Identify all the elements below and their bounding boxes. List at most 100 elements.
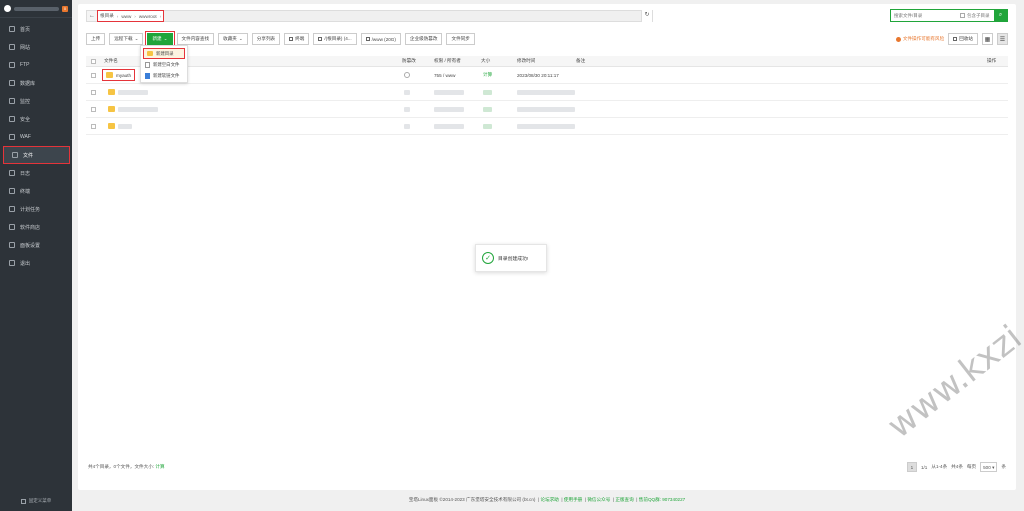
notification-badge[interactable]: 0	[62, 5, 68, 12]
new-directory-item[interactable]: 新建目录	[143, 48, 185, 59]
search-input[interactable]	[891, 10, 956, 21]
disk-icon	[318, 37, 323, 41]
sidebar-item-label: 首页	[20, 26, 31, 33]
redacted-block	[404, 89, 410, 95]
content-search-label: 文件内容查找	[181, 36, 210, 41]
root-disk-button[interactable]: /(根目录) (4...	[313, 33, 357, 45]
risk-warning[interactable]: 文件操作可能有风险	[895, 36, 944, 42]
sidebar-item-logout[interactable]: 退出	[0, 254, 72, 272]
col-name[interactable]: 文件名	[104, 56, 118, 66]
table-row[interactable]	[86, 118, 1008, 135]
terminal-button[interactable]: 终端	[284, 33, 310, 45]
upload-button[interactable]: 上传	[86, 33, 106, 45]
remote-download-button[interactable]: 远程下载 ⌄	[109, 33, 144, 45]
redacted-block	[483, 106, 492, 112]
name-highlight: myauth	[101, 69, 136, 81]
refresh-icon[interactable]: ↻	[641, 10, 652, 22]
crumb-root[interactable]: 根目录	[100, 13, 114, 19]
favorites-button[interactable]: 收藏夹 ⌄	[218, 33, 248, 45]
crumb-wwwroot[interactable]: wwwroot	[139, 14, 157, 19]
path-input-area[interactable]	[164, 11, 641, 21]
back-arrow-icon[interactable]: ←	[87, 13, 97, 19]
search-icon[interactable]: ⌕	[994, 9, 1007, 22]
file-sync-label: 文件同步	[451, 36, 470, 41]
list-view-icon[interactable]: ☰	[997, 33, 1008, 45]
row-size-redacted	[483, 101, 492, 117]
sidebar-item-monitor[interactable]: 监控	[0, 92, 72, 110]
sidebar-item-home[interactable]: 首页	[0, 20, 72, 38]
trash-icon	[953, 37, 958, 41]
row-checkbox[interactable]	[91, 84, 96, 100]
table-row[interactable]: myauth 755 / www 计算 2023/08/30 20:11:17	[86, 67, 1008, 84]
sidebar-item-security[interactable]: 安全	[0, 110, 72, 128]
address-bar: ← 根目录 › www › wwwroot › ↻	[86, 10, 653, 22]
new-blank-file-item[interactable]: 新建空白文件	[141, 59, 187, 70]
row-perm-redacted	[434, 101, 464, 117]
table-header: 文件名 防篡改 权限 / 所有者 大小 修改时间 备注 操作	[86, 56, 1008, 67]
license-check-link[interactable]: 正版查询	[615, 497, 633, 502]
tamper-proof-button[interactable]: 企业级防篡改	[404, 33, 443, 45]
sidebar-item-store[interactable]: 软件商店	[0, 218, 72, 236]
row-checkbox[interactable]	[91, 67, 96, 83]
sidebar-item-files[interactable]: 文件	[3, 146, 70, 164]
subdir-checkbox[interactable]	[960, 13, 965, 18]
col-mtime[interactable]: 修改时间	[517, 56, 535, 66]
per-page-select[interactable]: 500 ▾	[980, 462, 998, 472]
sidebar-item-label: 安全	[20, 116, 31, 123]
success-toast: ✓ 目录创建成功!	[475, 244, 547, 272]
sidebar-item-settings[interactable]: 面板设置	[0, 236, 72, 254]
grid-view-icon[interactable]: ▦	[982, 33, 993, 45]
log-icon	[9, 170, 15, 176]
new-dropdown-menu: 新建目录 新建空白文件 新建软链文件	[140, 45, 188, 83]
globe-icon	[9, 44, 15, 50]
row-checkbox[interactable]	[91, 101, 96, 117]
row-protect-redacted	[404, 84, 410, 100]
sidebar-item-cron[interactable]: 计划任务	[0, 200, 72, 218]
sidebar-item-label: 文件	[23, 152, 34, 159]
custom-menu-button[interactable]: 固定义菜单	[0, 495, 72, 507]
row-name[interactable]: myauth	[101, 67, 136, 83]
new-symlink-item[interactable]: 新建软链文件	[141, 70, 187, 81]
recycle-bin-button[interactable]: 回收站	[948, 33, 978, 45]
forum-link[interactable]: 论坛求助	[540, 497, 558, 502]
chevron-down-icon: ⌄	[134, 36, 139, 41]
search-box: 包含子目录 ⌕	[890, 9, 1008, 22]
content-search-button[interactable]: 文件内容查找	[176, 33, 215, 45]
folder-icon	[147, 51, 153, 56]
table-row[interactable]	[86, 84, 1008, 101]
terminal-label: 终端	[295, 36, 305, 41]
copyright-text: 宝塔Linux面板 ©2014-2023 广东堡塔安全技术有限公司 (bt.cn…	[408, 497, 536, 502]
sidebar-item-ftp[interactable]: FTP	[0, 56, 72, 74]
crumb-www[interactable]: www	[121, 14, 131, 19]
chevron-down-icon: ▾	[992, 465, 995, 470]
server-name-redacted	[14, 6, 59, 11]
monitor-icon	[9, 98, 15, 104]
redacted-block	[483, 123, 492, 129]
row-mtime: 2023/08/30 20:11:17	[517, 72, 559, 78]
menu-icon	[20, 498, 26, 504]
new-button[interactable]: 新建 ⌄	[145, 31, 175, 47]
select-all-checkbox[interactable]	[91, 56, 96, 66]
row-perm[interactable]: 755 / www	[434, 67, 455, 83]
sidebar-item-label: 面板设置	[20, 242, 41, 249]
www-disk-button[interactable]: /www (20G)	[360, 33, 401, 45]
sidebar-item-logs[interactable]: 日志	[0, 164, 72, 182]
row-size[interactable]: 计算	[483, 67, 492, 83]
calc-size-link[interactable]: 计算	[155, 464, 164, 469]
row-checkbox[interactable]	[91, 118, 96, 134]
sidebar-item-terminal[interactable]: 终端	[0, 182, 72, 200]
sidebar-item-waf[interactable]: WAF	[0, 128, 72, 146]
row-protect[interactable]	[404, 67, 410, 83]
qq-group-link[interactable]: 售前QQ群: 907340227	[639, 497, 685, 502]
table-row[interactable]	[86, 101, 1008, 118]
share-list-button[interactable]: 分享列表	[251, 33, 281, 45]
col-size[interactable]: 大小	[481, 56, 490, 66]
sidebar-item-label: 软件商店	[20, 224, 41, 231]
sidebar-item-website[interactable]: 网站	[0, 38, 72, 56]
manual-link[interactable]: 使用手册	[564, 497, 582, 502]
file-icon	[145, 61, 150, 68]
sidebar-item-database[interactable]: 数据库	[0, 74, 72, 92]
wechat-link[interactable]: 微信公众号	[587, 497, 610, 502]
file-sync-button[interactable]: 文件同步	[446, 33, 475, 45]
page-1-button[interactable]: 1	[906, 462, 917, 472]
